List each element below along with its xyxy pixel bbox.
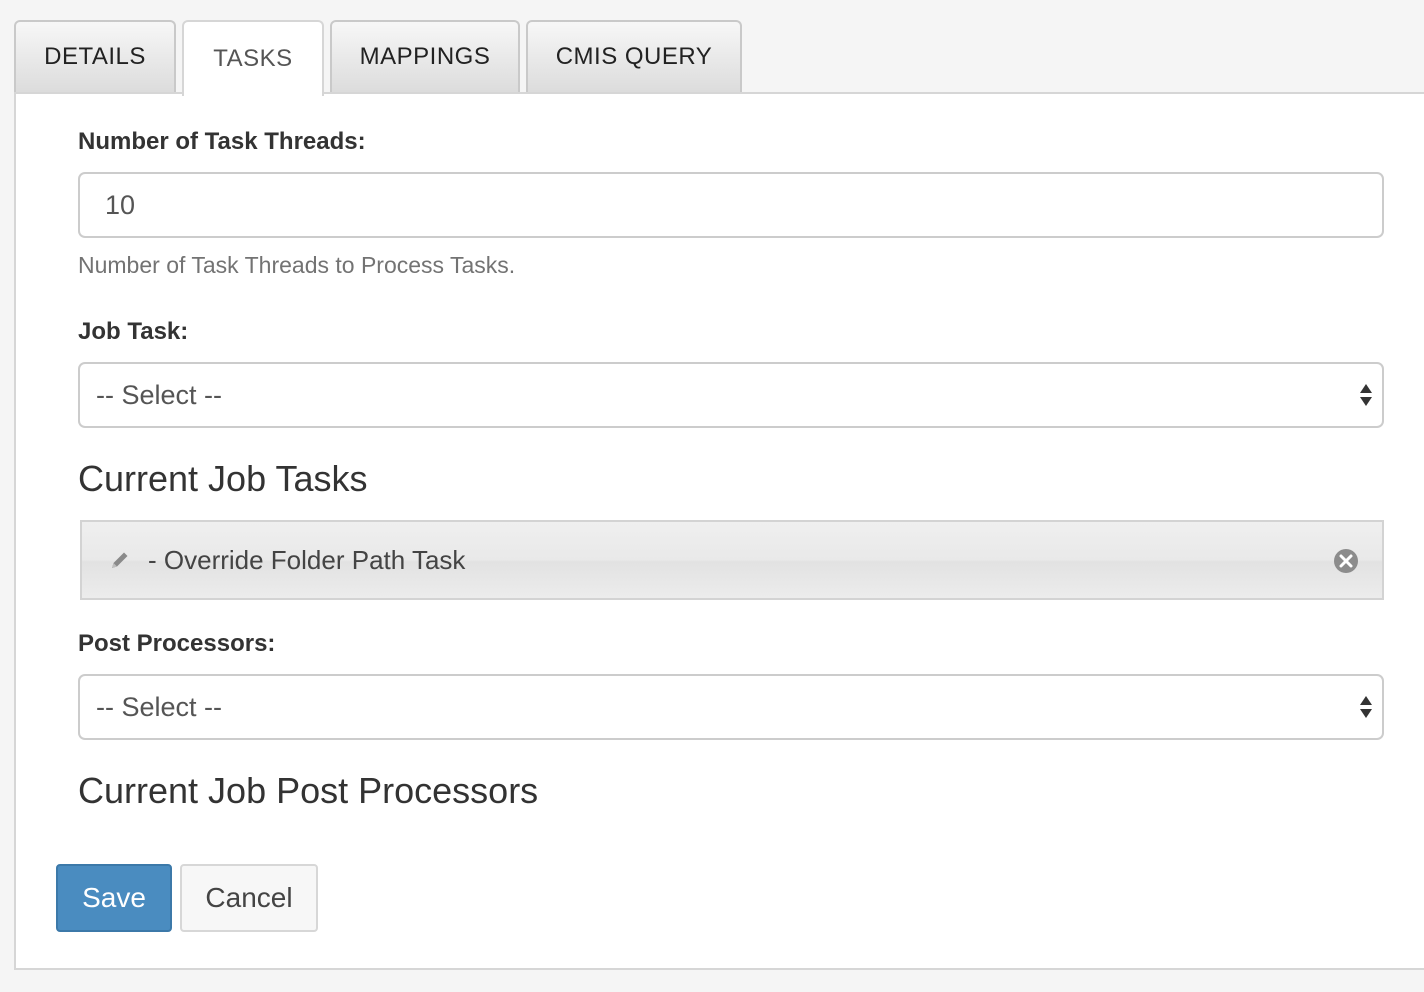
select-arrows-icon (1360, 384, 1372, 406)
save-button-label: Save (82, 882, 146, 913)
task-threads-help: Number of Task Threads to Process Tasks. (78, 252, 516, 278)
tab-mappings[interactable]: MAPPINGS (330, 20, 520, 92)
tab-details-label: DETAILS (44, 43, 146, 70)
job-task-select[interactable]: -- Select -- (78, 362, 1384, 428)
job-task-label: Job Task: (78, 318, 189, 345)
select-arrows-icon (1360, 696, 1372, 718)
cancel-button-label: Cancel (205, 882, 293, 913)
tab-details[interactable]: DETAILS (14, 20, 176, 92)
post-processors-selected-value: -- Select -- (96, 691, 223, 722)
tab-tasks-label: TASKS (213, 45, 293, 72)
current-job-tasks-title: Current Job Tasks (78, 458, 368, 499)
tab-cmis-query-label: CMIS QUERY (555, 43, 713, 70)
save-button[interactable]: Save (56, 864, 172, 932)
pencil-icon[interactable] (108, 548, 132, 572)
tab-tasks[interactable]: TASKS (182, 20, 324, 96)
tab-cmis-query[interactable]: CMIS QUERY (526, 20, 742, 92)
post-processors-label: Post Processors: (78, 630, 276, 657)
current-post-processors-title: Current Job Post Processors (78, 770, 539, 811)
tasks-panel: Number of Task Threads: 10 Number of Tas… (14, 92, 1424, 970)
job-task-item-label: - Override Folder Path Task (148, 544, 466, 575)
cancel-button[interactable]: Cancel (180, 864, 318, 932)
job-task-selected-value: -- Select -- (96, 379, 223, 410)
tab-mappings-label: MAPPINGS (359, 43, 491, 70)
task-threads-value: 10 (105, 189, 136, 220)
remove-circle-icon[interactable] (1332, 547, 1360, 575)
tab-bar: DETAILS TASKS MAPPINGS CMIS QUERY (14, 20, 1424, 96)
task-threads-input[interactable]: 10 (78, 172, 1384, 238)
job-task-item[interactable]: - Override Folder Path Task (80, 520, 1384, 600)
post-processors-select[interactable]: -- Select -- (78, 674, 1384, 740)
task-threads-label: Number of Task Threads: (78, 128, 366, 155)
